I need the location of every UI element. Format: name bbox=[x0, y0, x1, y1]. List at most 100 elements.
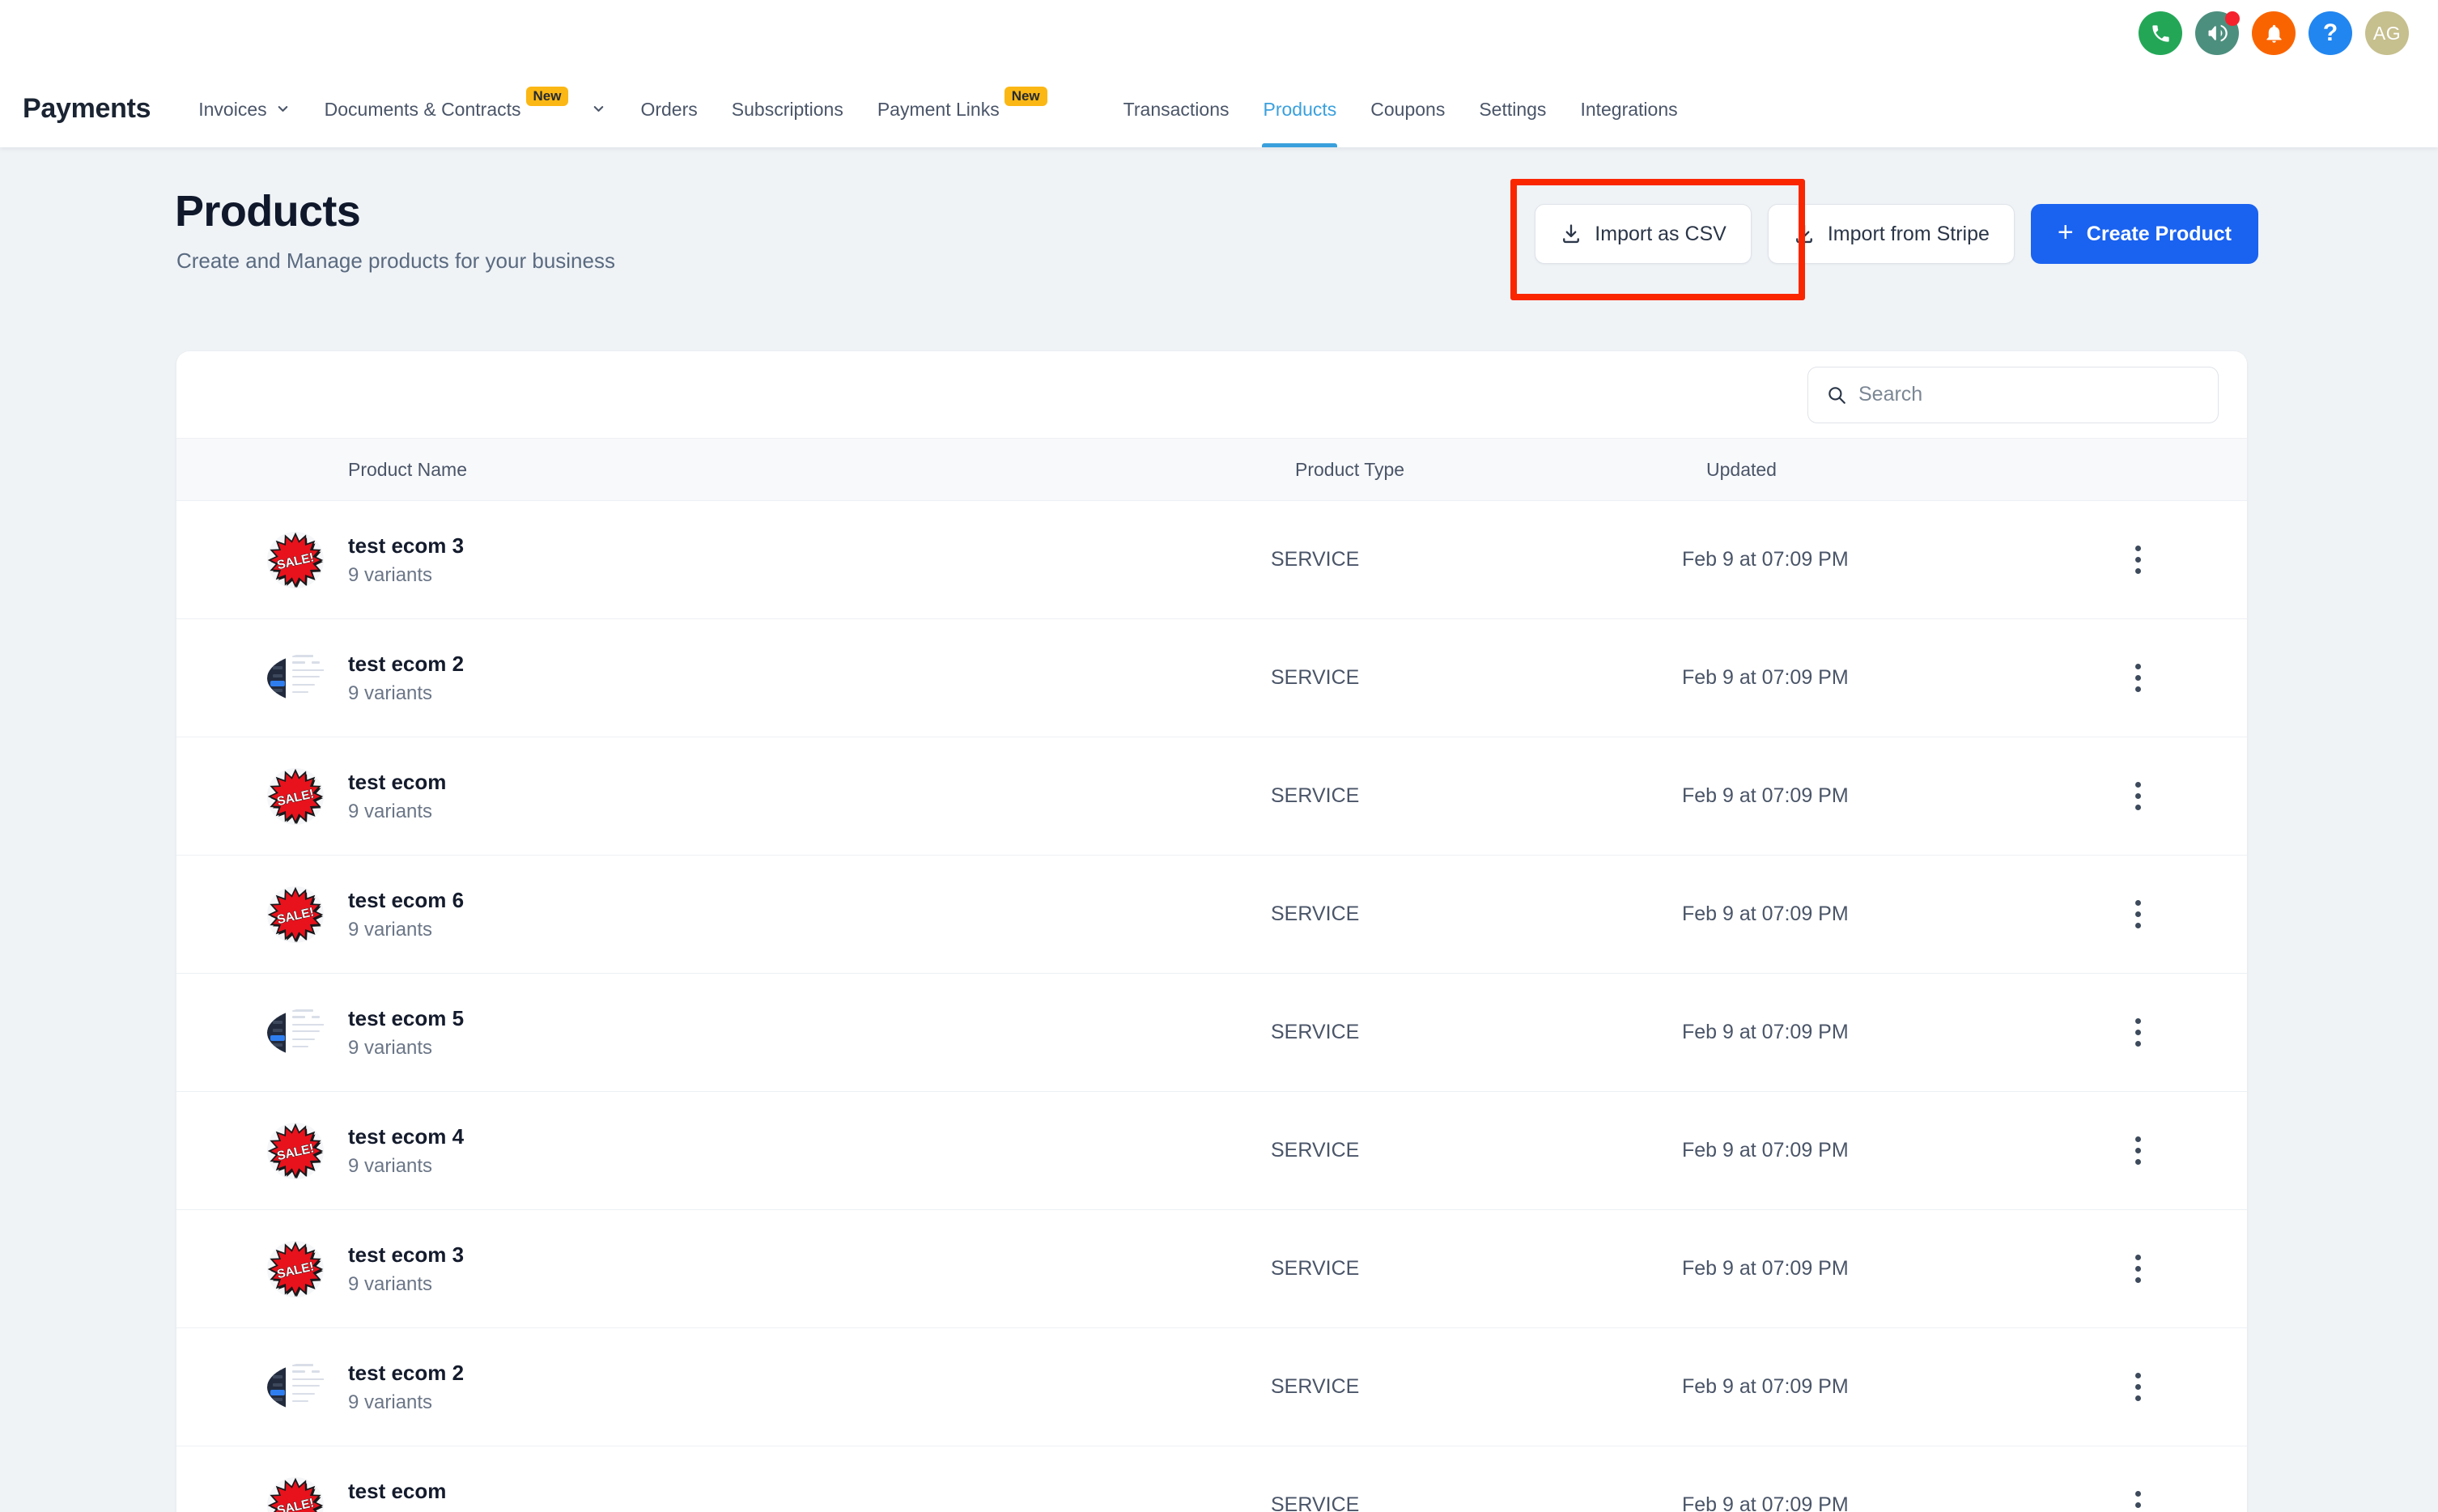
kebab-menu-icon[interactable] bbox=[2124, 894, 2152, 935]
new-badge: New bbox=[1004, 86, 1047, 107]
product-type: SERVICE bbox=[1271, 1375, 1360, 1398]
page-actions: Import as CSV Import from Stripe + Creat… bbox=[1510, 179, 2258, 300]
chevron-down-icon bbox=[591, 101, 606, 117]
kebab-menu-icon[interactable] bbox=[2124, 1012, 2152, 1053]
page-title: Products bbox=[175, 187, 361, 236]
nav-item-documents-contracts[interactable]: Documents & Contracts New bbox=[308, 70, 624, 147]
nav-item-label: Products bbox=[1263, 98, 1337, 120]
product-name-cell: test ecom 5 9 variants bbox=[324, 1006, 1271, 1060]
product-name: test ecom 3 bbox=[348, 533, 465, 558]
help-glyph: ? bbox=[2322, 19, 2338, 46]
kebab-menu-icon[interactable] bbox=[2124, 657, 2152, 699]
nav-item-label: Documents & Contracts bbox=[324, 98, 521, 120]
product-type: SERVICE bbox=[1271, 1257, 1360, 1280]
table-row[interactable]: test ecom 2 9 variants SERVICE Feb 9 at 07:… bbox=[176, 1328, 2247, 1446]
table-body: SALE! test ecom 3 9 variants SERVICE Feb 9 a… bbox=[176, 501, 2247, 1512]
search-input[interactable] bbox=[1858, 383, 2200, 406]
import-from-stripe-label: Import from Stripe bbox=[1827, 222, 1990, 245]
nav-item-payment-links[interactable]: Payment Links New bbox=[860, 70, 1064, 147]
table-row[interactable]: SALE! test ecom 6 9 variants SERVICE Feb 9 a… bbox=[176, 856, 2247, 974]
product-variant-count: 9 variants bbox=[348, 1510, 1271, 1512]
product-thumbnail-image bbox=[267, 1359, 324, 1416]
phone-icon[interactable] bbox=[2139, 11, 2182, 55]
kebab-menu-icon[interactable] bbox=[2124, 1484, 2152, 1512]
product-variant-count: 9 variants bbox=[348, 1154, 433, 1177]
kebab-menu-icon[interactable] bbox=[2124, 1248, 2152, 1289]
nav-item-subscriptions[interactable]: Subscriptions bbox=[715, 70, 860, 147]
tab-settings[interactable]: Settings bbox=[1462, 70, 1563, 147]
product-name: test ecom bbox=[348, 769, 447, 794]
kebab-menu-icon[interactable] bbox=[2124, 1130, 2152, 1171]
product-name: test ecom 2 bbox=[348, 651, 465, 676]
row-actions-cell bbox=[2079, 539, 2247, 580]
products-card: Product Name Product Type Updated SALE!t… bbox=[176, 351, 2247, 1512]
product-variant-count: 9 variants bbox=[348, 1391, 433, 1413]
row-actions-cell bbox=[2079, 1012, 2247, 1053]
product-updated: Feb 9 at 07:09 PM bbox=[1682, 903, 1849, 925]
card-toolbar bbox=[176, 351, 2247, 438]
new-badge: New bbox=[525, 86, 569, 107]
tab-coupons[interactable]: Coupons bbox=[1353, 70, 1462, 147]
import-from-stripe-button[interactable]: Import from Stripe bbox=[1767, 204, 2015, 264]
import-as-csv-label: Import as CSV bbox=[1595, 222, 1727, 245]
app-title: Payments bbox=[23, 92, 151, 124]
page-body: Products Create and Manage products for … bbox=[0, 147, 2438, 1512]
product-variant-count: 9 variants bbox=[348, 800, 433, 822]
help-icon[interactable]: ? bbox=[2308, 11, 2352, 55]
product-type: SERVICE bbox=[1271, 666, 1360, 689]
product-updated: Feb 9 at 07:09 PM bbox=[1682, 1021, 1849, 1043]
tab-products[interactable]: Products bbox=[1246, 70, 1353, 147]
nav-item-label: Coupons bbox=[1370, 98, 1446, 120]
import-as-csv-button[interactable]: Import as CSV bbox=[1535, 204, 1752, 264]
nav-item-orders[interactable]: Orders bbox=[623, 70, 714, 147]
column-header-updated: Updated bbox=[1706, 458, 1777, 480]
product-thumbnail-image bbox=[267, 1004, 324, 1061]
product-name-cell: test ecom 3 9 variants bbox=[324, 1242, 1271, 1296]
row-actions-cell bbox=[2079, 1130, 2247, 1171]
product-name: test ecom bbox=[348, 1478, 447, 1503]
sale-badge-thumbnail-icon: SALE! bbox=[267, 1240, 324, 1298]
nav-item-label: Integrations bbox=[1580, 98, 1678, 120]
product-variant-count: 9 variants bbox=[348, 1272, 433, 1295]
table-row[interactable]: SALE! test ecom 3 9 variants SERVICE Feb 9 a… bbox=[176, 501, 2247, 619]
row-actions-cell bbox=[2079, 1366, 2247, 1408]
tab-integrations[interactable]: Integrations bbox=[1563, 70, 1694, 147]
nav-item-invoices[interactable]: Invoices bbox=[181, 70, 307, 147]
table-row[interactable]: SALE!test ecom9 variantsSERVICEFeb 9 at … bbox=[176, 1446, 2247, 1512]
product-name: test ecom 3 bbox=[348, 1242, 465, 1267]
product-name-cell: test ecom 9 variants bbox=[324, 1479, 1271, 1512]
kebab-menu-icon[interactable] bbox=[2124, 1366, 2152, 1408]
sale-badge-thumbnail-icon: SALE! bbox=[267, 1476, 324, 1512]
row-actions-cell bbox=[2079, 1484, 2247, 1512]
notification-dot bbox=[2225, 11, 2240, 26]
product-variant-count: 9 variants bbox=[348, 1036, 433, 1059]
sale-badge-thumbnail-icon: SALE! bbox=[267, 886, 324, 943]
product-type: SERVICE bbox=[1271, 784, 1360, 807]
table-row[interactable]: test ecom 5 9 variants SERVICE Feb 9 at 07:… bbox=[176, 974, 2247, 1092]
chevron-down-icon bbox=[275, 101, 291, 117]
column-header-product-name: Product Name bbox=[348, 458, 468, 480]
sale-badge-thumbnail-icon: SALE! bbox=[267, 1122, 324, 1179]
sale-badge-thumbnail-icon: SALE! bbox=[267, 767, 324, 825]
product-updated: Feb 9 at 07:09 PM bbox=[1682, 1375, 1849, 1398]
utility-icon-row: ? AG bbox=[2139, 11, 2409, 55]
product-name-cell: test ecom 2 9 variants bbox=[324, 1361, 1271, 1414]
product-thumbnail-image bbox=[267, 650, 324, 707]
product-name-cell: test ecom 4 9 variants bbox=[324, 1124, 1271, 1178]
search-box[interactable] bbox=[1807, 366, 2219, 423]
create-product-button[interactable]: + Create Product bbox=[2030, 204, 2258, 264]
kebab-menu-icon[interactable] bbox=[2124, 539, 2152, 580]
nav-item-label: Settings bbox=[1479, 98, 1547, 120]
announcement-icon[interactable] bbox=[2195, 11, 2240, 55]
tab-transactions[interactable]: Transactions bbox=[1106, 70, 1247, 147]
kebab-menu-icon[interactable] bbox=[2124, 775, 2152, 817]
product-variant-count: 9 variants bbox=[348, 563, 433, 586]
table-row[interactable]: test ecom 2 9 variants SERVICE Feb 9 at 07:… bbox=[176, 619, 2247, 737]
avatar[interactable]: AG bbox=[2365, 11, 2409, 55]
product-name: test ecom 4 bbox=[348, 1123, 465, 1149]
table-row[interactable]: SALE! test ecom 4 9 variants SERVICE Feb 9 a… bbox=[176, 1092, 2247, 1210]
nav-item-label: Transactions bbox=[1123, 98, 1230, 120]
table-row[interactable]: SALE! test ecom 3 9 variants SERVICE Feb 9 a… bbox=[176, 1210, 2247, 1328]
bell-icon[interactable] bbox=[2252, 11, 2296, 55]
table-row[interactable]: SALE!test ecom9 variantsSERVICEFeb 9 at … bbox=[176, 737, 2247, 856]
